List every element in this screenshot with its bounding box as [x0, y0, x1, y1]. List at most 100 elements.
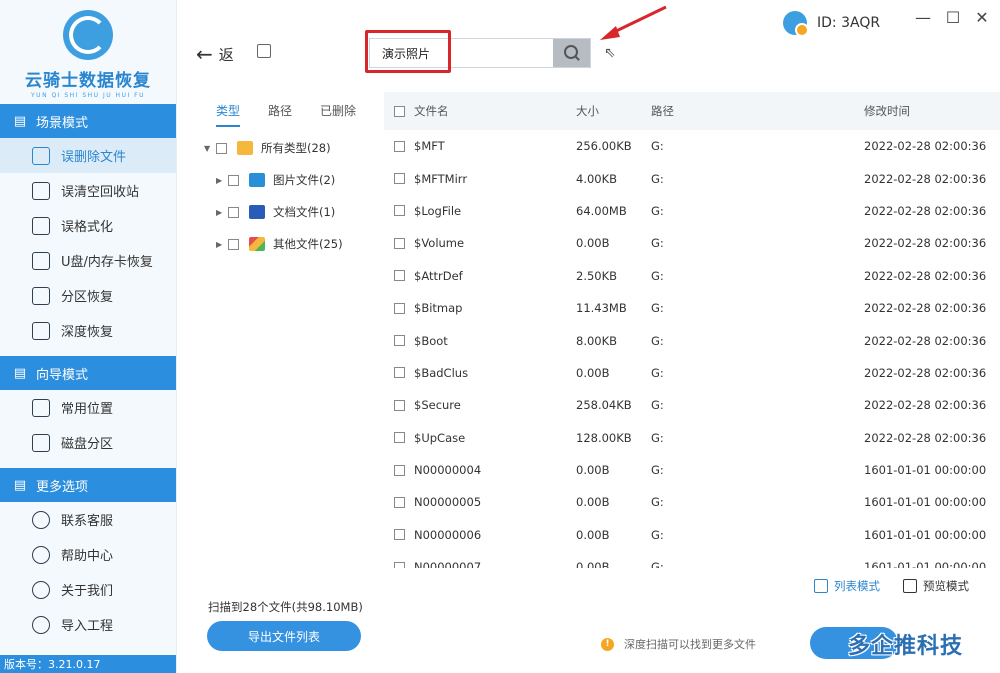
file-size: 11.43MB	[576, 301, 627, 316]
export-file-list-button[interactable]: 导出文件列表	[207, 621, 361, 651]
sidebar-item-0-0[interactable]: 误删除文件	[0, 138, 176, 173]
row-checkbox[interactable]	[394, 173, 405, 185]
table-row[interactable]: $Secure 258.04KB G: 2022-02-28 02:00:36	[384, 389, 1000, 421]
sidebar-item-0-2[interactable]: 误格式化	[0, 208, 176, 243]
help-icon	[32, 545, 50, 564]
tab-2[interactable]: 已删除	[320, 102, 356, 127]
sidebar-item-0-1[interactable]: 误清空回收站	[0, 173, 176, 208]
row-checkbox[interactable]	[394, 367, 405, 379]
sidebar-item-label: 导入工程	[61, 619, 114, 634]
tree-node[interactable]: ▼ 所有类型(28)	[204, 132, 376, 164]
maximize-button[interactable]: ☐	[943, 8, 963, 27]
sidebar-item-0-3[interactable]: U盘/内存卡恢复	[0, 243, 176, 278]
row-checkbox[interactable]	[394, 335, 405, 347]
deep-recovery-icon	[32, 321, 50, 340]
table-row[interactable]: $AttrDef 2.50KB G: 2022-02-28 02:00:36	[384, 260, 1000, 292]
scene-icon: ▤	[13, 113, 27, 129]
row-checkbox[interactable]	[394, 205, 405, 217]
file-name: $Secure	[414, 398, 461, 413]
row-checkbox[interactable]	[394, 496, 405, 508]
arrow-left-icon: ←	[196, 42, 213, 66]
row-checkbox[interactable]	[394, 302, 405, 314]
menu-icon: ▤	[13, 477, 27, 493]
table-row[interactable]: N00000007 0.00B G: 1601-01-01 00:00:00	[384, 551, 1000, 568]
file-path: G:	[651, 301, 664, 316]
sidebar-item-2-2[interactable]: 关于我们	[0, 572, 176, 607]
sidebar-item-1-0[interactable]: 常用位置	[0, 390, 176, 425]
sidebar-item-2-1[interactable]: 帮助中心	[0, 537, 176, 572]
table-row[interactable]: $Volume 0.00B G: 2022-02-28 02:00:36	[384, 227, 1000, 259]
sidebar-item-1-1[interactable]: 磁盘分区	[0, 425, 176, 460]
user-id[interactable]: ID: 3AQR	[783, 11, 881, 37]
image-icon	[249, 173, 265, 187]
file-path: G:	[651, 333, 664, 348]
file-name: $Bitmap	[414, 301, 463, 316]
column-header-name[interactable]: 文件名	[414, 103, 576, 119]
grid-view-icon	[903, 579, 917, 593]
table-row[interactable]: N00000005 0.00B G: 1601-01-01 00:00:00	[384, 486, 1000, 518]
table-row[interactable]: $MFT 256.00KB G: 2022-02-28 02:00:36	[384, 130, 1000, 162]
refresh-icon[interactable]	[257, 44, 271, 58]
row-checkbox[interactable]	[394, 270, 405, 282]
file-table: 文件名 大小 路径 修改时间 $MFT 256.00KB G: 2022-02-28 …	[384, 92, 1000, 568]
table-row[interactable]: $UpCase 128.00KB G: 2022-02-28 02:00:36	[384, 422, 1000, 454]
tree-checkbox[interactable]	[228, 206, 239, 218]
column-header-path[interactable]: 路径	[651, 103, 864, 119]
table-row[interactable]: N00000006 0.00B G: 1601-01-01 00:00:00	[384, 519, 1000, 551]
tab-0[interactable]: 类型	[216, 102, 241, 127]
document-icon	[249, 205, 265, 219]
tab-1[interactable]: 路径	[268, 102, 292, 127]
row-checkbox[interactable]	[394, 432, 405, 444]
back-button[interactable]: ← 返	[196, 42, 234, 66]
guide-icon: ▤	[13, 365, 27, 381]
tree-checkbox[interactable]	[228, 238, 239, 250]
sidebar-item-2-3[interactable]: 导入工程	[0, 607, 176, 642]
tree-node[interactable]: ▶ 文档文件(1)	[204, 196, 376, 228]
deep-scan-tip-text: 深度扫描可以找到更多文件	[624, 638, 756, 651]
minimize-button[interactable]: —	[913, 8, 933, 27]
preview-mode-button[interactable]: 预览模式	[903, 578, 969, 594]
file-size: 258.04KB	[576, 398, 632, 413]
column-header-modified[interactable]: 修改时间	[864, 103, 1000, 119]
list-mode-button[interactable]: 列表模式	[814, 578, 880, 594]
row-checkbox[interactable]	[394, 237, 405, 249]
sidebar-item-2-0[interactable]: 联系客服	[0, 502, 176, 537]
row-checkbox[interactable]	[394, 464, 405, 476]
tree-node[interactable]: ▶ 图片文件(2)	[204, 164, 376, 196]
file-modified: 2022-02-28 02:00:36	[864, 333, 987, 348]
close-button[interactable]: ✕	[972, 8, 992, 27]
row-checkbox[interactable]	[394, 140, 405, 152]
select-all-checkbox[interactable]	[394, 105, 405, 117]
table-body: $MFT 256.00KB G: 2022-02-28 02:00:36 $MFTMir…	[384, 130, 1000, 568]
sidebar-item-label: 联系客服	[61, 514, 114, 529]
table-row[interactable]: N00000004 0.00B G: 1601-01-01 00:00:00	[384, 454, 1000, 486]
row-checkbox[interactable]	[394, 561, 405, 568]
sidebar-item-0-4[interactable]: 分区恢复	[0, 278, 176, 313]
logo-icon	[63, 10, 113, 60]
table-row[interactable]: $LogFile 64.00MB G: 2022-02-28 02:00:36	[384, 195, 1000, 227]
search-button[interactable]	[553, 39, 590, 67]
table-row[interactable]: $Boot 8.00KB G: 2022-02-28 02:00:36	[384, 324, 1000, 356]
other-files-icon	[249, 237, 265, 251]
customer-service-icon	[32, 510, 50, 529]
file-name: N00000005	[414, 495, 482, 510]
tree-node[interactable]: ▶ 其他文件(25)	[204, 228, 376, 260]
tree-checkbox[interactable]	[228, 174, 239, 186]
tree-checkbox[interactable]	[216, 142, 227, 154]
user-id-label: ID: 3AQR	[817, 15, 881, 31]
table-row[interactable]: $MFTMirr 4.00KB G: 2022-02-28 02:00:36	[384, 162, 1000, 194]
row-checkbox[interactable]	[394, 529, 405, 541]
sidebar-item-0-5[interactable]: 深度恢复	[0, 313, 176, 348]
row-checkbox[interactable]	[394, 399, 405, 411]
file-name: $AttrDef	[414, 268, 463, 283]
column-header-size[interactable]: 大小	[576, 103, 651, 119]
expand-toggle-icon[interactable]: ▶	[216, 176, 228, 185]
sidebar-item-label: 误清空回收站	[61, 185, 140, 200]
table-row[interactable]: $Bitmap 11.43MB G: 2022-02-28 02:00:36	[384, 292, 1000, 324]
tree-node-label: 其他文件(25)	[273, 237, 343, 251]
expand-toggle-icon[interactable]: ▶	[216, 240, 228, 249]
expand-toggle-icon[interactable]: ▼	[204, 144, 216, 153]
expand-toggle-icon[interactable]: ▶	[216, 208, 228, 217]
table-row[interactable]: $BadClus 0.00B G: 2022-02-28 02:00:36	[384, 357, 1000, 389]
version-label: 版本号：3.21.0.17	[0, 655, 176, 673]
